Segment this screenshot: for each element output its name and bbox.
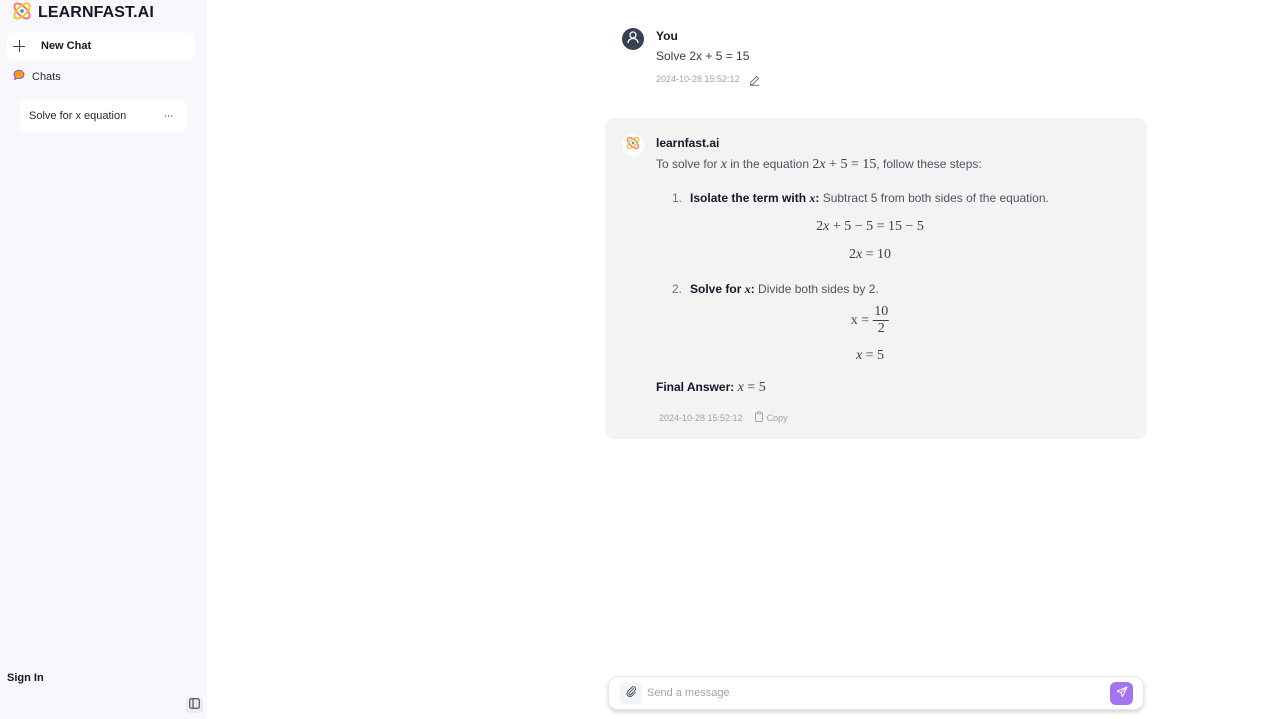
assistant-intro: To solve for x in the equation 2x + 5 = … [656, 157, 982, 173]
chat-item-title: Solve for x equation [29, 110, 127, 122]
paperclip-icon [625, 684, 637, 702]
intro-text-1: To solve for [656, 157, 721, 171]
new-chat-button[interactable]: New Chat [7, 33, 195, 59]
intro-text-2: in the equation [726, 157, 813, 171]
final-answer: Final Answer: x = 5 [656, 380, 766, 396]
assistant-message: learnfast.ai To solve for x in the equat… [605, 118, 1147, 439]
user-message-meta: 2024-10-28 15:52:12 [656, 73, 760, 86]
intro-equation: 2x + 5 = 15 [812, 157, 877, 172]
assistant-avatar [622, 134, 644, 156]
solution-step: 2. Solve for x: Divide both sides by 2. [672, 282, 879, 297]
user-icon [626, 30, 640, 49]
user-message-text: Solve 2x + 5 = 15 [656, 49, 750, 63]
intro-text-3: , follow these steps: [876, 157, 982, 171]
chats-label: Chats [32, 71, 61, 83]
attach-file-button[interactable] [620, 682, 642, 704]
step-text: Divide both sides by 2. [754, 282, 879, 296]
user-avatar [622, 28, 644, 50]
logo-atom-icon [625, 135, 641, 156]
send-paper-plane-icon [1116, 685, 1128, 703]
chat-list-item[interactable]: Solve for x equation ··· [20, 101, 187, 131]
final-answer-value: x = 5 [737, 380, 766, 395]
sidebar: LEARNFAST.AI New Chat Chats Solve for x … [0, 0, 207, 719]
logo-atom-icon [11, 0, 33, 27]
copy-label: Copy [766, 413, 788, 423]
user-name: You [656, 29, 678, 43]
pencil-icon [749, 73, 760, 86]
copy-button[interactable]: Copy [754, 409, 788, 427]
solution-step: 1. Isolate the term with x: Subtract 5 fr… [672, 191, 1049, 206]
assistant-message-meta: 2024-10-28 15:52:12 Copy [659, 409, 788, 427]
fraction: 10 2 [873, 304, 890, 336]
message-input[interactable] [647, 684, 1097, 702]
step-title: Solve for x: [690, 282, 755, 296]
message-composer [608, 676, 1144, 710]
sidebar-toggle-button[interactable] [186, 697, 203, 713]
chat-bubble-icon [13, 68, 25, 86]
sidebar-panel-icon [189, 696, 200, 714]
clipboard-icon [754, 409, 764, 427]
assistant-message-timestamp: 2024-10-28 15:52:12 [659, 413, 743, 423]
step-text: Subtract 5 from both sides of the equati… [819, 191, 1049, 205]
brand-name: LEARNFAST.AI [38, 4, 154, 21]
step-number: 2. [672, 282, 683, 296]
step-title: Isolate the term with x: [690, 191, 820, 205]
send-button[interactable] [1110, 682, 1133, 705]
chats-section-header: Chats [13, 68, 61, 86]
user-message-timestamp: 2024-10-28 15:52:12 [656, 73, 740, 84]
brand[interactable]: LEARNFAST.AI [11, 1, 154, 25]
more-options-icon[interactable]: ··· [164, 110, 174, 122]
plus-icon [13, 40, 25, 52]
final-answer-label: Final Answer: [656, 380, 735, 394]
step-number: 1. [672, 191, 683, 205]
new-chat-label: New Chat [41, 40, 92, 52]
sign-in-button[interactable]: Sign In [7, 672, 44, 684]
assistant-name: learnfast.ai [656, 136, 720, 150]
edit-message-button[interactable] [749, 73, 760, 86]
